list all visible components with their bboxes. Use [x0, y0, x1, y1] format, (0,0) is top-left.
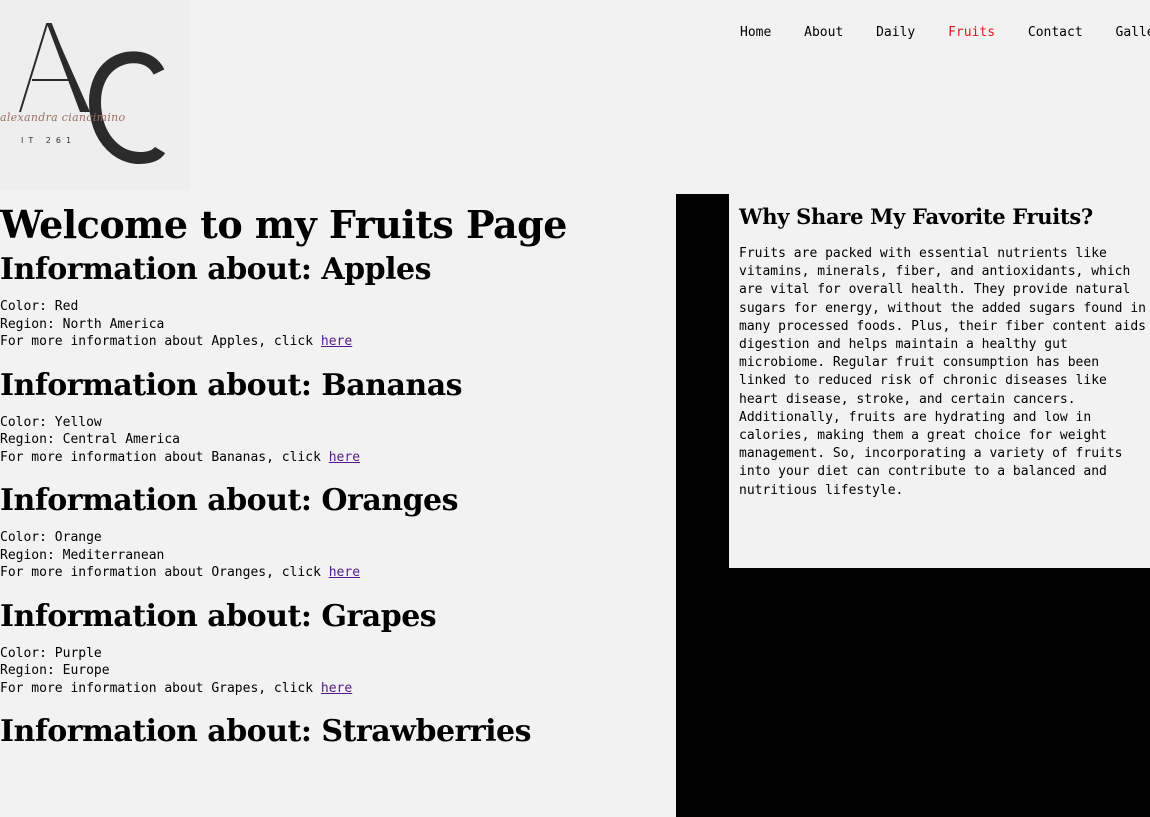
fruit-heading: Information about: Apples [0, 252, 431, 287]
logo-course-label: IT 261 [21, 136, 77, 145]
fruit-more-info: For more information about Bananas, clic… [0, 449, 660, 467]
fruit-color: Color: Orange [0, 530, 102, 545]
fruit-region: Region: Mediterranean [0, 547, 165, 563]
page-title: Welcome to my Fruits Page [0, 202, 567, 247]
fruit-more-link[interactable]: here [329, 450, 360, 465]
fruit-region: Region: Central America [0, 432, 181, 447]
fruit-more-link[interactable]: here [321, 681, 352, 696]
sidebar-panel: Why Share My Favorite Fruits? Fruits are… [729, 194, 1150, 568]
fruit-section-strawberries: Information about: Strawberries [0, 712, 660, 752]
fruit-heading: Information about: Bananas [0, 367, 463, 403]
fruit-more-text: For more information about Bananas, clic… [0, 449, 329, 465]
sidebar-title: Why Share My Favorite Fruits? [739, 204, 1093, 229]
fruit-heading: Information about: Strawberries [0, 714, 532, 749]
nav-about[interactable]: About [804, 25, 843, 40]
logo-monogram-graphic [19, 23, 166, 165]
fruit-section-bananas: Information about: Bananas Color: Yellow… [0, 366, 660, 467]
nav-fruits[interactable]: Fruits [948, 25, 995, 40]
site-logo[interactable]: alexandra ciancimino IT 261 [0, 0, 191, 191]
fruit-section-grapes: Information about: Grapes Color: Purple … [0, 597, 660, 698]
fruit-heading: Information about: Grapes [0, 598, 437, 634]
fruit-color: Color: Yellow [0, 414, 102, 430]
fruit-more-link[interactable]: here [321, 334, 352, 349]
fruit-region: Region: North America [0, 316, 165, 332]
fruit-more-link[interactable]: here [329, 565, 360, 580]
fruit-color: Color: Red [0, 299, 79, 314]
fruit-more-info: For more information about Oranges, clic… [0, 564, 660, 582]
fruit-more-text: For more information about Apples, click [0, 334, 321, 349]
main-nav: Home About Daily Fruits Contact Gallery [740, 24, 1150, 41]
fruit-region: Region: Europe [0, 663, 110, 678]
sidebar-body: Fruits are packed with essential nutrien… [739, 246, 1146, 498]
fruit-section-apples: Information about: Apples Color: Red Reg… [0, 250, 660, 351]
fruit-color: Color: Purple [0, 645, 102, 661]
fruit-section-oranges: Information about: Oranges Color: Orange… [0, 481, 660, 582]
main-content: Welcome to my Fruits Page Information ab… [0, 200, 660, 767]
nav-daily[interactable]: Daily [876, 25, 915, 40]
fruit-more-info: For more information about Grapes, click… [0, 680, 660, 698]
nav-contact[interactable]: Contact [1028, 25, 1083, 40]
nav-gallery[interactable]: Gallery [1116, 25, 1150, 40]
fruit-heading: Information about: Oranges [0, 483, 459, 518]
logo-script-name: alexandra ciancimino [0, 111, 126, 124]
fruit-more-info: For more information about Apples, click… [0, 333, 660, 351]
fruit-more-text: For more information about Grapes, click [0, 680, 321, 696]
nav-home[interactable]: Home [740, 25, 771, 40]
fruit-more-text: For more information about Oranges, clic… [0, 565, 329, 580]
